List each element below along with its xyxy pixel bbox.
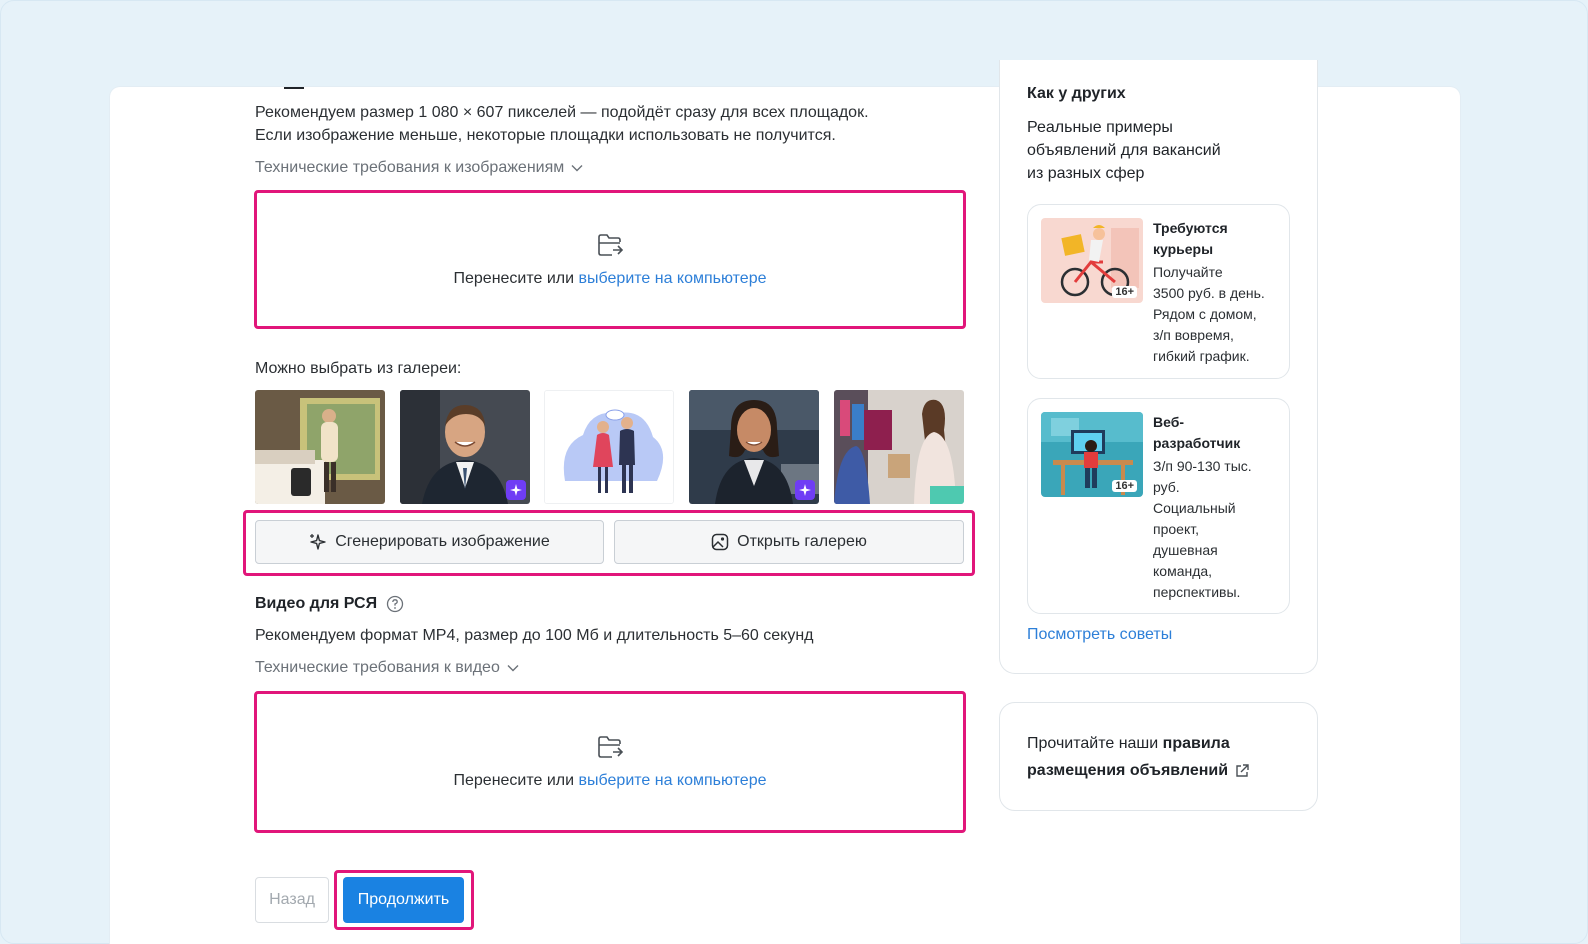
example-body-line: перспективы.: [1153, 584, 1241, 600]
rules-panel: [999, 702, 1318, 811]
example-title-line1: Веб-: [1153, 414, 1185, 430]
chevron-down-icon: [507, 664, 519, 671]
video-section-title-text: Видео для РСЯ: [255, 595, 378, 612]
back-button[interactable]: Назад: [255, 877, 329, 923]
example-age-badge: 16+: [1112, 480, 1137, 492]
example-image-webdev: 16+: [1041, 412, 1143, 497]
gallery-thumb-businesswoman[interactable]: [689, 390, 819, 504]
example-body-line: руб.: [1153, 479, 1180, 495]
gallery-label: Можно выбрать из галереи:: [255, 360, 462, 377]
gallery-thumb-illustration[interactable]: [544, 390, 674, 504]
examples-subheading-line2: объявлений для вакансий: [1027, 142, 1221, 159]
highlight-image-buttons: [243, 510, 975, 576]
example-body-line: 3500 руб. в день.: [1153, 285, 1265, 301]
ai-badge-icon: [795, 480, 815, 500]
rules-link-part2[interactable]: размещения объявлений: [1027, 759, 1228, 782]
example-body-webdev: З/п 90-130 тыс. руб. Социальный проект, …: [1153, 456, 1283, 603]
example-body-line: З/п 90-130 тыс.: [1153, 458, 1252, 474]
example-image-courier: 16+: [1041, 218, 1143, 303]
video-tech-requirements-label: Технические требования к видео: [255, 659, 500, 676]
image-tech-requirements-label: Технические требования к изображениям: [255, 159, 565, 176]
rules-link-part1[interactable]: правила: [1163, 735, 1230, 752]
gallery-thumb-shop[interactable]: [834, 390, 964, 504]
example-title-line2: курьеры: [1153, 241, 1214, 257]
gallery-thumb-hotel[interactable]: [255, 390, 385, 504]
help-circle-icon[interactable]: [386, 595, 404, 613]
highlight-image-dropzone: [254, 190, 966, 329]
rules-prefix: Прочитайте наши: [1027, 735, 1163, 752]
video-recommend: Рекомендуем формат MP4, размер до 100 Мб…: [255, 627, 814, 644]
gallery-thumb-businessman[interactable]: [400, 390, 530, 504]
example-title-courier: Требуются курьеры: [1153, 218, 1283, 260]
examples-heading: Как у других: [1027, 85, 1126, 102]
rules-line1: Прочитайте наши правила: [1027, 732, 1230, 755]
example-body-line: гибкий график.: [1153, 348, 1250, 364]
example-title-line2: разработчик: [1153, 435, 1241, 451]
example-body-line: команда,: [1153, 563, 1213, 579]
examples-subheading-line3: из разных сфер: [1027, 165, 1145, 182]
example-card-webdev[interactable]: 16+ Веб- разработчик З/п 90-130 тыс. руб…: [1027, 398, 1290, 614]
example-card-courier[interactable]: 16+ Требуются курьеры Получайте 3500 руб…: [1027, 204, 1290, 379]
image-tech-requirements-toggle[interactable]: Технические требования к изображениям: [255, 156, 583, 179]
external-link-icon: [1236, 763, 1249, 777]
video-tech-requirements-toggle[interactable]: Технические требования к видео: [255, 656, 519, 679]
examples-subheading-line1: Реальные примеры: [1027, 119, 1173, 136]
image-recommend-line1: Рекомендуем размер 1 080 × 607 пикселей …: [255, 104, 869, 121]
image-recommend-line2: Если изображение меньше, некоторые площа…: [255, 127, 836, 144]
rules-line2[interactable]: размещения объявлений: [1027, 759, 1250, 782]
example-body-line: проект,: [1153, 521, 1199, 537]
example-body-line: душевная: [1153, 542, 1218, 558]
cut-heading-fragment: [284, 83, 304, 89]
example-title-line1: Требуются: [1153, 220, 1228, 236]
ai-badge-icon: [506, 480, 526, 500]
example-title-webdev: Веб- разработчик: [1153, 412, 1283, 454]
video-section-title: Видео для РСЯ: [255, 592, 404, 615]
highlight-continue-button: [334, 870, 474, 930]
example-body-line: Социальный: [1153, 500, 1236, 516]
example-body-courier: Получайте 3500 руб. в день. Рядом с домо…: [1153, 262, 1283, 367]
highlight-video-dropzone: [254, 691, 966, 833]
chevron-down-icon: [571, 164, 583, 171]
example-body-line: Рядом с домом,: [1153, 306, 1257, 322]
example-body-line: Получайте: [1153, 264, 1223, 280]
example-body-line: з/п вовремя,: [1153, 327, 1234, 343]
tips-link[interactable]: Посмотреть советы: [1027, 623, 1172, 646]
example-age-badge: 16+: [1112, 286, 1137, 298]
